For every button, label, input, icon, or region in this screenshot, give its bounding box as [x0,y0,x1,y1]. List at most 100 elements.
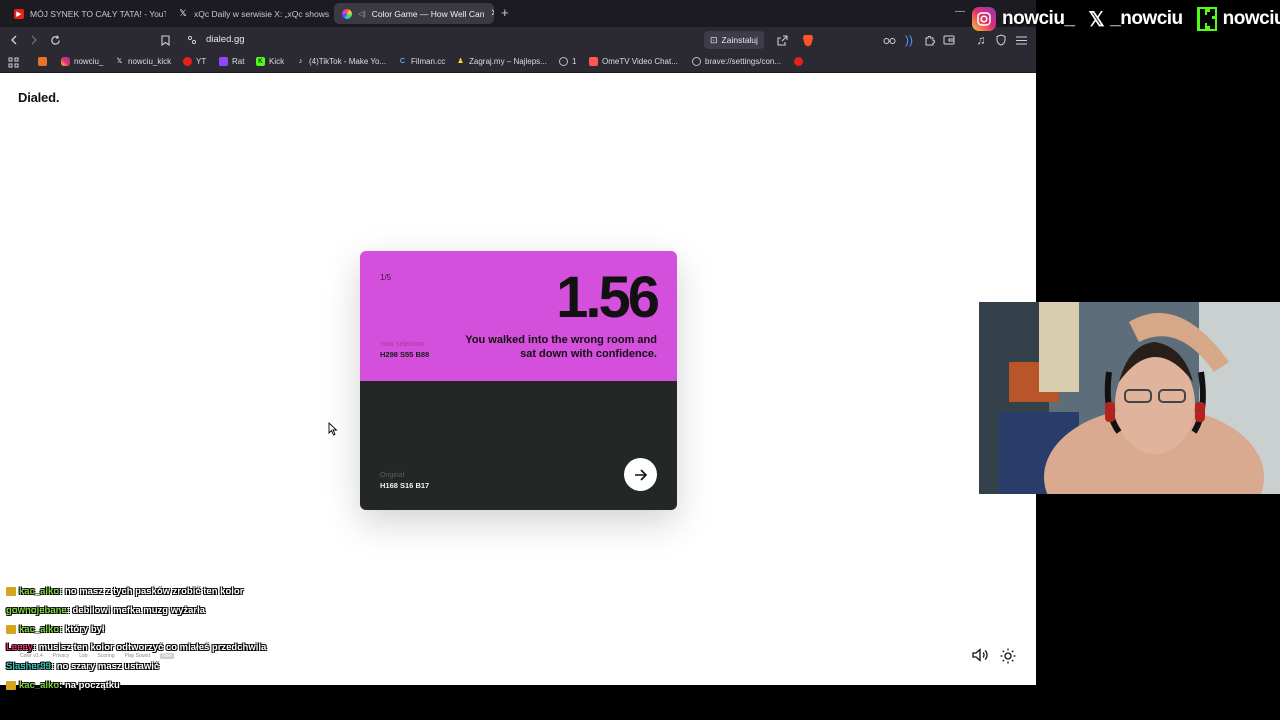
sub-badge-icon [6,680,16,690]
back-icon[interactable] [6,32,22,48]
filman-icon: C [399,58,406,65]
bookmark-item[interactable] [38,57,47,66]
vpn-shield-icon[interactable] [993,32,1009,48]
site-settings-icon[interactable] [184,32,200,48]
chat-message: Slasher99: no szary masz ustawić [6,661,159,672]
footer-badge: New [160,653,175,659]
sub-badge-icon [6,586,16,596]
twitch-icon [219,57,228,66]
forward-icon[interactable] [26,32,42,48]
new-tab-button[interactable]: + [501,5,509,20]
bookmark-item[interactable]: nowciu_ [61,57,103,66]
bookmark-item[interactable]: Rat [219,57,244,66]
chat-message: kac_alko: na początku [6,680,120,691]
original-label: Original [380,472,405,479]
chat-text: : musisz ten kolor odtworzyć co miałeś p… [32,642,267,653]
bookmark-item[interactable]: ♪ (4)TikTok - Make Yo... [296,57,386,66]
x-handle: _nowciu [1110,8,1183,29]
bookmark-icon[interactable] [157,32,173,48]
x-icon: 𝕏 [179,8,187,18]
bookmark-item[interactable]: C Filman.cc [398,57,445,66]
install-label: Zainstaluj [721,35,758,45]
audio-icon: ◁) [358,10,366,18]
person-icon: ♟ [457,58,464,65]
tiktok-icon: ♪ [298,58,303,65]
bookmark-item[interactable] [794,57,803,66]
share-icon[interactable] [774,32,790,48]
theme-toggle-icon[interactable] [1000,648,1016,669]
globe-icon [692,57,701,66]
footer-link[interactable]: Privacy [53,653,69,659]
tab-title: xQc Daily w serwisie X: „xQc shows off [194,8,330,19]
chat-text: : który był [59,624,105,635]
ometv-icon [589,57,598,66]
bookmark-item[interactable]: YT [183,57,206,66]
close-tab-icon[interactable]: ✕ [490,8,494,19]
extensions-icon[interactable] [921,32,937,48]
chat-text: : na początku [59,680,120,691]
brave-shields-icon[interactable] [800,32,816,48]
selection-label: Your selection [380,341,424,348]
footer-link[interactable]: Scoring [98,653,115,659]
bookmark-label: Filman.cc [411,57,446,66]
bookmark-item[interactable]: OmeTV Video Chat... [589,57,678,66]
stream-frame: ▶ MÓJ SYNEK TO CAŁY TATA! - YouTube 𝕏 xQ… [0,0,1280,720]
kick-icon [1196,7,1217,31]
tab-bar: ▶ MÓJ SYNEK TO CAŁY TATA! - YouTube 𝕏 xQ… [0,0,1036,27]
bookmark-item[interactable]: brave://settings/con... [692,57,781,66]
tab-title: Color Game — How Well Can [371,8,485,19]
wallet-icon[interactable] [941,32,957,48]
media-icon[interactable]: ♫ [973,32,989,48]
bookmark-item[interactable]: 1 [559,57,576,66]
original-value: H168 S16 B17 [380,481,430,490]
next-button[interactable] [624,458,657,491]
bookmark-label: (4)TikTok - Make Yo... [309,57,387,66]
menu-icon[interactable] [1013,32,1029,48]
bookmark-label: Kick [269,57,285,66]
chat-username: kac_alko [19,624,60,635]
instagram-handle: nowciu_ [1002,8,1075,29]
footer-version: Color v1.4 [20,653,43,659]
apps-grid-icon[interactable] [8,57,19,68]
folder-icon [38,57,47,66]
score: 1.56 [556,265,660,330]
bookmark-item[interactable]: K Kick [256,57,284,66]
install-icon: ⊡ [710,34,718,45]
selection-swatch: 1/5 1.56 Your selection H298 S55 B88 You… [360,251,677,381]
bookmark-label: OmeTV Video Chat... [602,57,678,66]
bookmark-item[interactable]: ♟ Zagraj.my – Najleps... [456,57,547,66]
round-counter: 1/5 [380,273,392,282]
url-input[interactable]: dialed.gg [206,34,245,45]
result-message: You walked into the wrong room and sat d… [465,334,657,360]
bookmark-label: Zagraj.my – Najleps... [469,57,547,66]
tab-color-game[interactable]: ◁) Color Game — How Well Can ✕ [334,3,494,24]
x-icon: 𝕏 [116,58,123,65]
chat-text: : no masz z tych pasków zrobić ten kolor [59,586,244,597]
footer-link[interactable]: Lab [79,653,87,659]
youtube-icon [183,57,192,66]
chat-text: : debilowi mefka muzg wyżarła [66,605,206,616]
social-handles: nowciu_ 𝕏 _nowciu nowciu [972,4,1280,34]
bookmark-label: 1 [572,57,577,66]
tab-x[interactable]: 𝕏 xQc Daily w serwisie X: „xQc shows off [170,3,330,24]
bookmark-label: nowciu_kick [128,57,172,66]
volume-icon[interactable] [972,648,989,667]
bookmark-label: YT [196,57,207,66]
chat-message: Leeey: musisz ten kolor odtworzyć co mia… [6,642,266,653]
sound-wave-icon[interactable]: )) [901,32,917,48]
install-button[interactable]: ⊡ Zainstaluj [704,31,764,49]
tab-youtube[interactable]: ▶ MÓJ SYNEK TO CAŁY TATA! - YouTube [6,3,166,24]
bookmark-item[interactable]: 𝕏nowciu_kick [115,57,171,66]
footer-link[interactable]: Play Sound [125,653,151,659]
site-logo[interactable]: Dialed. [18,90,59,105]
chat-text: : no szary masz ustawić [50,661,160,672]
incognito-icon[interactable] [881,32,897,48]
chat-username: kac_alko [19,680,60,691]
minimize-icon[interactable]: — [955,6,965,17]
result-card: 1/5 1.56 Your selection H298 S55 B88 You… [360,251,677,510]
browser-window: ▶ MÓJ SYNEK TO CAŁY TATA! - YouTube 𝕏 xQ… [0,0,1036,685]
chat-username: gownojebane [6,605,67,616]
chat-username: Slasher99 [6,661,51,672]
bookmark-label: nowciu_ [74,57,104,66]
reload-icon[interactable] [47,32,63,48]
